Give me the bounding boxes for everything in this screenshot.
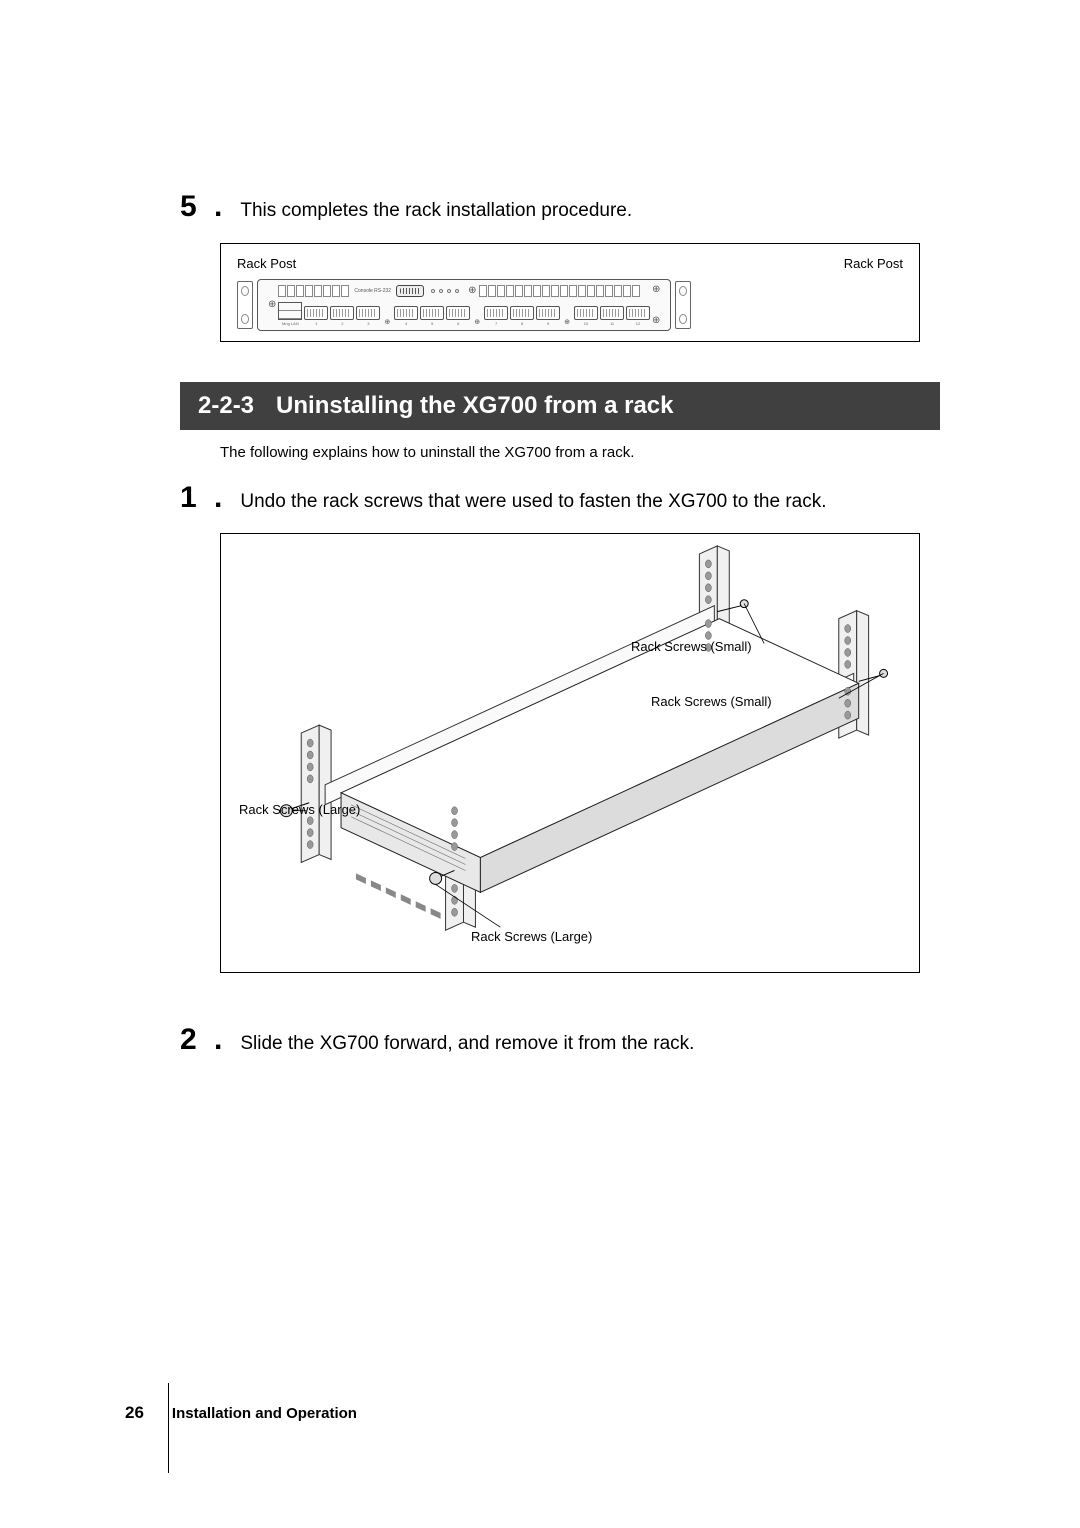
- step-1: 1 . Undo the rack screws that were used …: [180, 481, 940, 516]
- page-number: 26: [125, 1403, 144, 1423]
- mgmt-label: Mng LAN: [282, 321, 299, 326]
- screw-icon: ⊕: [268, 299, 276, 310]
- ethernet-port: [574, 306, 598, 320]
- ethernet-port: [484, 306, 508, 320]
- screw-icon: ⊕: [564, 318, 570, 326]
- ethernet-port: [304, 306, 328, 320]
- step-dot: .: [214, 1023, 222, 1057]
- rack-ear-right: [675, 281, 691, 329]
- device-chassis: ⊕ Console RS-232: [257, 279, 671, 331]
- figure-rack-isometric: Rack Screws (Small) Rack Screws (Small) …: [220, 533, 920, 973]
- step-dot: .: [214, 481, 222, 515]
- ethernet-port: [626, 306, 650, 320]
- label-rack-screws-small: Rack Screws (Small): [651, 694, 772, 709]
- isometric-diagram: [221, 534, 919, 972]
- ethernet-port: [446, 306, 470, 320]
- figure-rack-front-view: Rack Post Rack Post ⊕ Console RS-232: [220, 243, 920, 342]
- footer-divider: [168, 1383, 169, 1473]
- screw-icon: ⊕: [474, 318, 480, 326]
- ethernet-port: [600, 306, 624, 320]
- console-port: [396, 285, 424, 297]
- screw-icon: ⊕: [652, 315, 660, 326]
- section-number: 2-2-3: [198, 392, 254, 420]
- ethernet-port: [356, 306, 380, 320]
- step-number: 1: [180, 481, 210, 515]
- label-rack-screws-large: Rack Screws (Large): [471, 929, 592, 944]
- screw-icon: ⊕: [468, 285, 476, 296]
- step-5: 5 . This completes the rack installation…: [180, 190, 940, 225]
- rack-ear-left: [237, 281, 253, 329]
- label-rack-screws-large: Rack Screws (Large): [239, 802, 360, 817]
- section-title: Uninstalling the XG700 from a rack: [276, 392, 673, 420]
- step-text: Undo the rack screws that were used to f…: [240, 483, 826, 516]
- console-label: Console RS-232: [354, 288, 391, 294]
- screw-icon: ⊕: [384, 318, 390, 326]
- mgmt-port: [278, 302, 302, 320]
- label-rack-screws-small: Rack Screws (Small): [631, 639, 752, 654]
- step-text: This completes the rack installation pro…: [240, 192, 632, 225]
- section-header: 2-2-3 Uninstalling the XG700 from a rack: [180, 382, 940, 430]
- footer-title: Installation and Operation: [172, 1405, 357, 1422]
- rack-post-label-right: Rack Post: [844, 256, 903, 271]
- step-number: 5: [180, 190, 210, 224]
- ethernet-port: [394, 306, 418, 320]
- ethernet-port: [420, 306, 444, 320]
- step-2: 2 . Slide the XG700 forward, and remove …: [180, 1023, 940, 1058]
- step-dot: .: [214, 190, 222, 224]
- step-number: 2: [180, 1023, 210, 1057]
- rack-post-label-left: Rack Post: [237, 256, 296, 271]
- screw-icon: ⊕: [652, 284, 660, 295]
- ethernet-port: [536, 306, 560, 320]
- page-footer: 26 Installation and Operation: [125, 1403, 357, 1423]
- step-text: Slide the XG700 forward, and remove it f…: [240, 1025, 694, 1058]
- ethernet-port: [510, 306, 534, 320]
- ethernet-port: [330, 306, 354, 320]
- section-intro: The following explains how to uninstall …: [220, 444, 940, 461]
